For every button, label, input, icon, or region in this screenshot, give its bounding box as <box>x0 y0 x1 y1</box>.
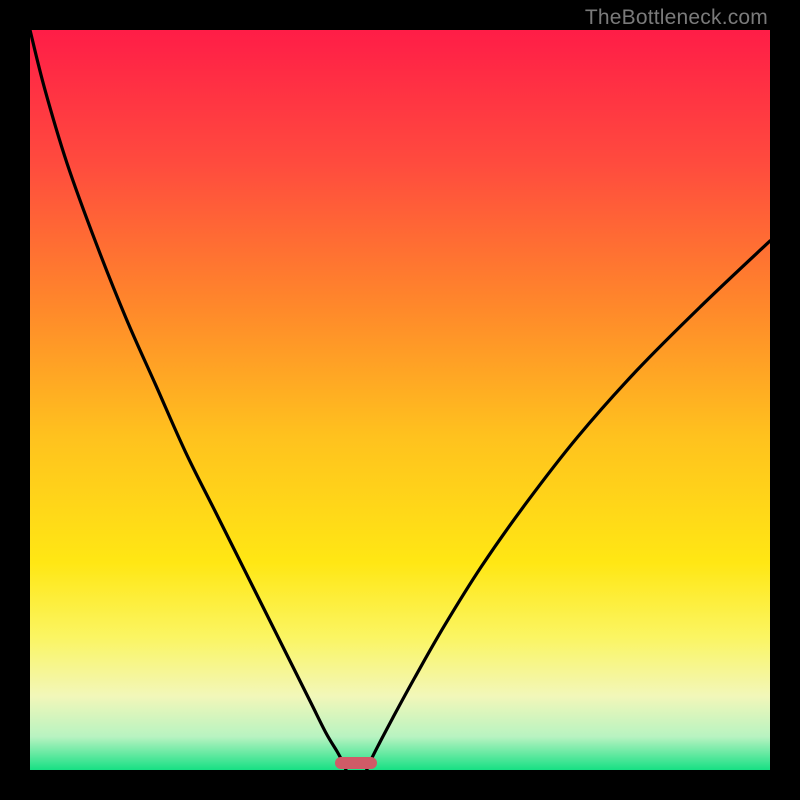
bottleneck-marker <box>335 757 377 769</box>
left-curve <box>30 30 346 770</box>
plot-frame <box>30 30 770 770</box>
right-curve <box>367 241 770 770</box>
watermark-text: TheBottleneck.com <box>585 6 768 30</box>
plot-curves <box>30 30 770 770</box>
